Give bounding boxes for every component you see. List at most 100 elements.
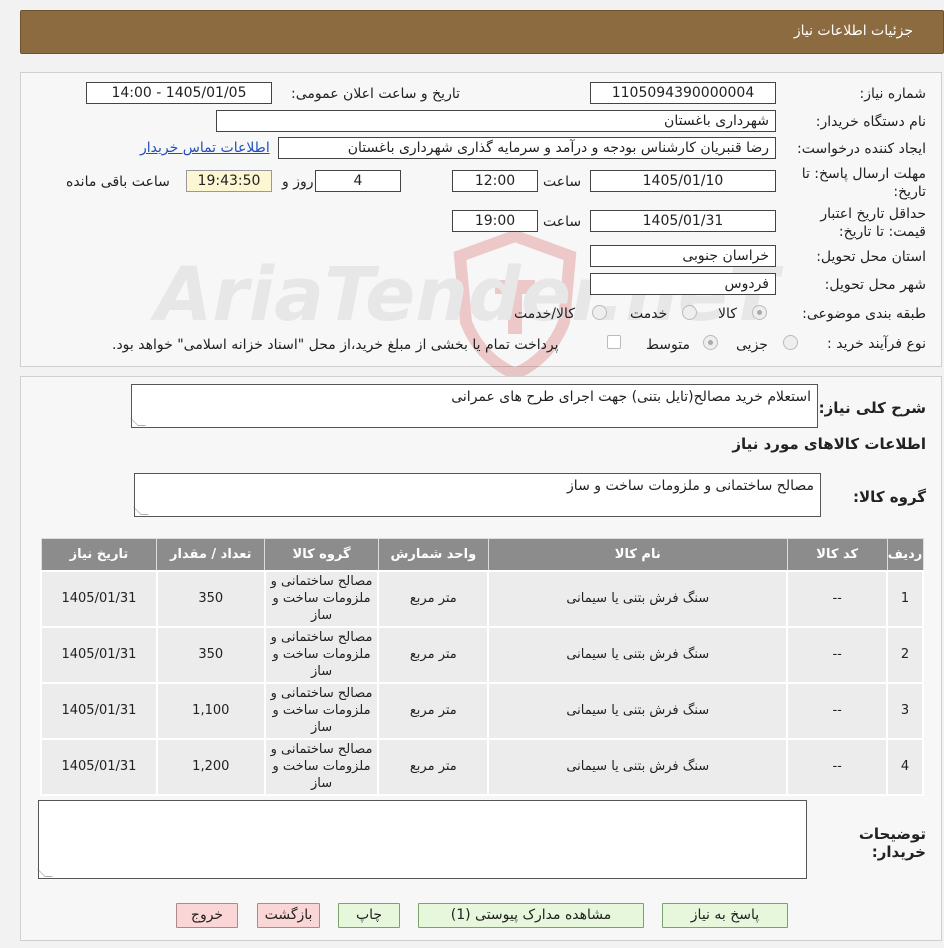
cell-quantity: 350 bbox=[155, 625, 266, 684]
category-radio-both[interactable] bbox=[592, 305, 607, 320]
table-row: 1 -- سنگ فرش بتنی یا سیمانی متر مربع مصا… bbox=[40, 569, 924, 628]
goods-group-label: گروه کالا: bbox=[853, 488, 926, 506]
notes-label-2: خریدار: bbox=[871, 843, 926, 861]
cell-row-number: 3 bbox=[886, 681, 924, 740]
payment-checkbox[interactable] bbox=[607, 335, 621, 349]
cell-quantity: 1,100 bbox=[155, 681, 266, 740]
cell-name: سنگ فرش بتنی یا سیمانی bbox=[487, 737, 789, 796]
page-header: جزئیات اطلاعات نیاز bbox=[20, 10, 944, 54]
deadline-time-label: ساعت bbox=[543, 174, 582, 190]
buyer-org-label: نام دستگاه خریدار: bbox=[815, 114, 926, 130]
process-radio-minor[interactable] bbox=[783, 335, 798, 350]
col-header-code: کد کالا bbox=[786, 538, 888, 571]
category-option-both: کالا/خدمت bbox=[514, 306, 575, 322]
cell-name: سنگ فرش بتنی یا سیمانی bbox=[487, 569, 789, 628]
cell-code: -- bbox=[786, 737, 889, 796]
announce-label: تاریخ و ساعت اعلان عمومی: bbox=[291, 86, 460, 102]
table-row: 2 -- سنگ فرش بتنی یا سیمانی متر مربع مصا… bbox=[40, 625, 924, 684]
process-label: نوع فرآیند خرید : bbox=[827, 336, 926, 352]
deadline-date-field[interactable]: 1405/01/10 bbox=[590, 170, 776, 192]
resize-handle-icon[interactable] bbox=[37, 869, 53, 877]
cell-code: -- bbox=[786, 569, 889, 628]
notes-label: توضیحات bbox=[858, 825, 926, 843]
cell-code: -- bbox=[786, 625, 889, 684]
validity-date-field[interactable]: 1405/01/31 bbox=[590, 210, 776, 232]
category-radio-service[interactable] bbox=[682, 305, 697, 320]
col-header-row-number: ردیف bbox=[886, 538, 924, 571]
validity-time-label: ساعت bbox=[543, 214, 582, 230]
cell-date: 1405/01/31 bbox=[40, 625, 158, 684]
days-label: روز و bbox=[282, 174, 314, 190]
cell-date: 1405/01/31 bbox=[40, 681, 158, 740]
category-radio-goods[interactable] bbox=[752, 305, 767, 320]
validity-label: حداقل تاریخ اعتبار bbox=[820, 206, 926, 222]
province-field[interactable]: خراسان جنوبی bbox=[590, 245, 776, 267]
cell-group: مصالح ساختمانی و ملزومات ساخت و ساز bbox=[263, 681, 380, 740]
attachments-button[interactable]: مشاهده مدارک پیوستی (1) bbox=[418, 903, 644, 928]
table-row: 3 -- سنگ فرش بتنی یا سیمانی متر مربع مصا… bbox=[40, 681, 924, 740]
payment-note: پرداخت تمام یا بخشی از مبلغ خرید،از محل … bbox=[112, 337, 559, 353]
summary-text: استعلام خرید مصالح(تایل بتنی) جهت اجرای … bbox=[451, 389, 811, 405]
buyer-org-field[interactable]: شهرداری باغستان bbox=[216, 110, 776, 132]
buyer-contact-link[interactable]: اطلاعات تماس خریدار bbox=[140, 140, 270, 156]
city-label: شهر محل تحویل: bbox=[824, 277, 926, 293]
cell-row-number: 1 bbox=[886, 569, 924, 628]
col-header-date: تاریخ نیاز bbox=[40, 538, 158, 571]
process-option-minor: جزیی bbox=[736, 337, 768, 353]
summary-textarea[interactable]: استعلام خرید مصالح(تایل بتنی) جهت اجرای … bbox=[130, 384, 818, 428]
col-header-quantity: تعداد / مقدار bbox=[156, 538, 266, 571]
goods-section-title: اطلاعات کالاهای مورد نیاز bbox=[732, 435, 926, 453]
goods-group-textarea[interactable]: مصالح ساختمانی و ملزومات ساخت و ساز bbox=[133, 473, 821, 517]
resize-handle-icon[interactable] bbox=[130, 418, 146, 426]
cell-name: سنگ فرش بتنی یا سیمانی bbox=[487, 625, 789, 684]
requester-field[interactable]: رضا قنبریان کارشناس بودجه و درآمد و سرما… bbox=[278, 137, 776, 159]
summary-label: شرح کلی نیاز: bbox=[818, 399, 926, 417]
reply-button[interactable]: پاسخ به نیاز bbox=[662, 903, 788, 928]
need-number-field[interactable]: 1105094390000004 bbox=[590, 82, 776, 104]
cell-quantity: 350 bbox=[155, 569, 266, 628]
notes-textarea[interactable] bbox=[37, 800, 807, 879]
back-button[interactable]: بازگشت bbox=[257, 903, 320, 928]
validity-time-field[interactable]: 19:00 bbox=[452, 210, 538, 232]
deadline-time-field[interactable]: 12:00 bbox=[452, 170, 538, 192]
items-table: ردیف کد کالا نام کالا واحد شمارش گروه کا… bbox=[40, 538, 924, 796]
city-field[interactable]: فردوس bbox=[590, 273, 776, 295]
process-radio-medium[interactable] bbox=[703, 335, 718, 350]
days-field[interactable]: 4 bbox=[315, 170, 401, 192]
cell-date: 1405/01/31 bbox=[40, 569, 158, 628]
province-label: استان محل تحویل: bbox=[816, 249, 926, 265]
col-header-unit: واحد شمارش bbox=[377, 538, 489, 571]
col-header-name: نام کالا bbox=[487, 538, 788, 571]
table-header-row: ردیف کد کالا نام کالا واحد شمارش گروه کا… bbox=[40, 538, 924, 571]
category-label: طبقه بندی موضوعی: bbox=[802, 306, 926, 322]
cell-name: سنگ فرش بتنی یا سیمانی bbox=[487, 681, 789, 740]
cell-unit: متر مربع bbox=[377, 569, 490, 628]
table-row: 4 -- سنگ فرش بتنی یا سیمانی متر مربع مصا… bbox=[40, 737, 924, 796]
remaining-label: ساعت باقی مانده bbox=[66, 174, 170, 190]
cell-unit: متر مربع bbox=[377, 737, 490, 796]
cell-unit: متر مربع bbox=[377, 681, 490, 740]
cell-date: 1405/01/31 bbox=[40, 737, 158, 796]
need-number-label: شماره نیاز: bbox=[859, 86, 927, 102]
requester-label: ایجاد کننده درخواست: bbox=[797, 141, 926, 157]
cell-group: مصالح ساختمانی و ملزومات ساخت و ساز bbox=[263, 569, 380, 628]
print-button[interactable]: چاپ bbox=[338, 903, 400, 928]
cell-row-number: 2 bbox=[886, 625, 924, 684]
exit-button[interactable]: خروج bbox=[176, 903, 238, 928]
remaining-time-field: 19:43:50 bbox=[186, 170, 272, 192]
page-title: جزئیات اطلاعات نیاز bbox=[793, 23, 913, 39]
resize-handle-icon[interactable] bbox=[133, 507, 149, 515]
deadline-label: مهلت ارسال پاسخ: تا bbox=[801, 166, 926, 182]
announce-field[interactable]: 1405/01/05 - 14:00 bbox=[86, 82, 272, 104]
cell-row-number: 4 bbox=[886, 737, 924, 796]
validity-label-2: قیمت: تا تاریخ: bbox=[838, 224, 926, 240]
category-option-service: خدمت bbox=[630, 306, 668, 322]
cell-unit: متر مربع bbox=[377, 625, 490, 684]
category-option-goods: کالا bbox=[718, 306, 737, 322]
process-option-medium: متوسط bbox=[646, 337, 690, 353]
cell-group: مصالح ساختمانی و ملزومات ساخت و ساز bbox=[263, 625, 380, 684]
goods-group-text: مصالح ساختمانی و ملزومات ساخت و ساز bbox=[567, 478, 814, 494]
cell-group: مصالح ساختمانی و ملزومات ساخت و ساز bbox=[263, 737, 380, 796]
cell-code: -- bbox=[786, 681, 889, 740]
deadline-label-2: تاریخ: bbox=[893, 184, 926, 200]
